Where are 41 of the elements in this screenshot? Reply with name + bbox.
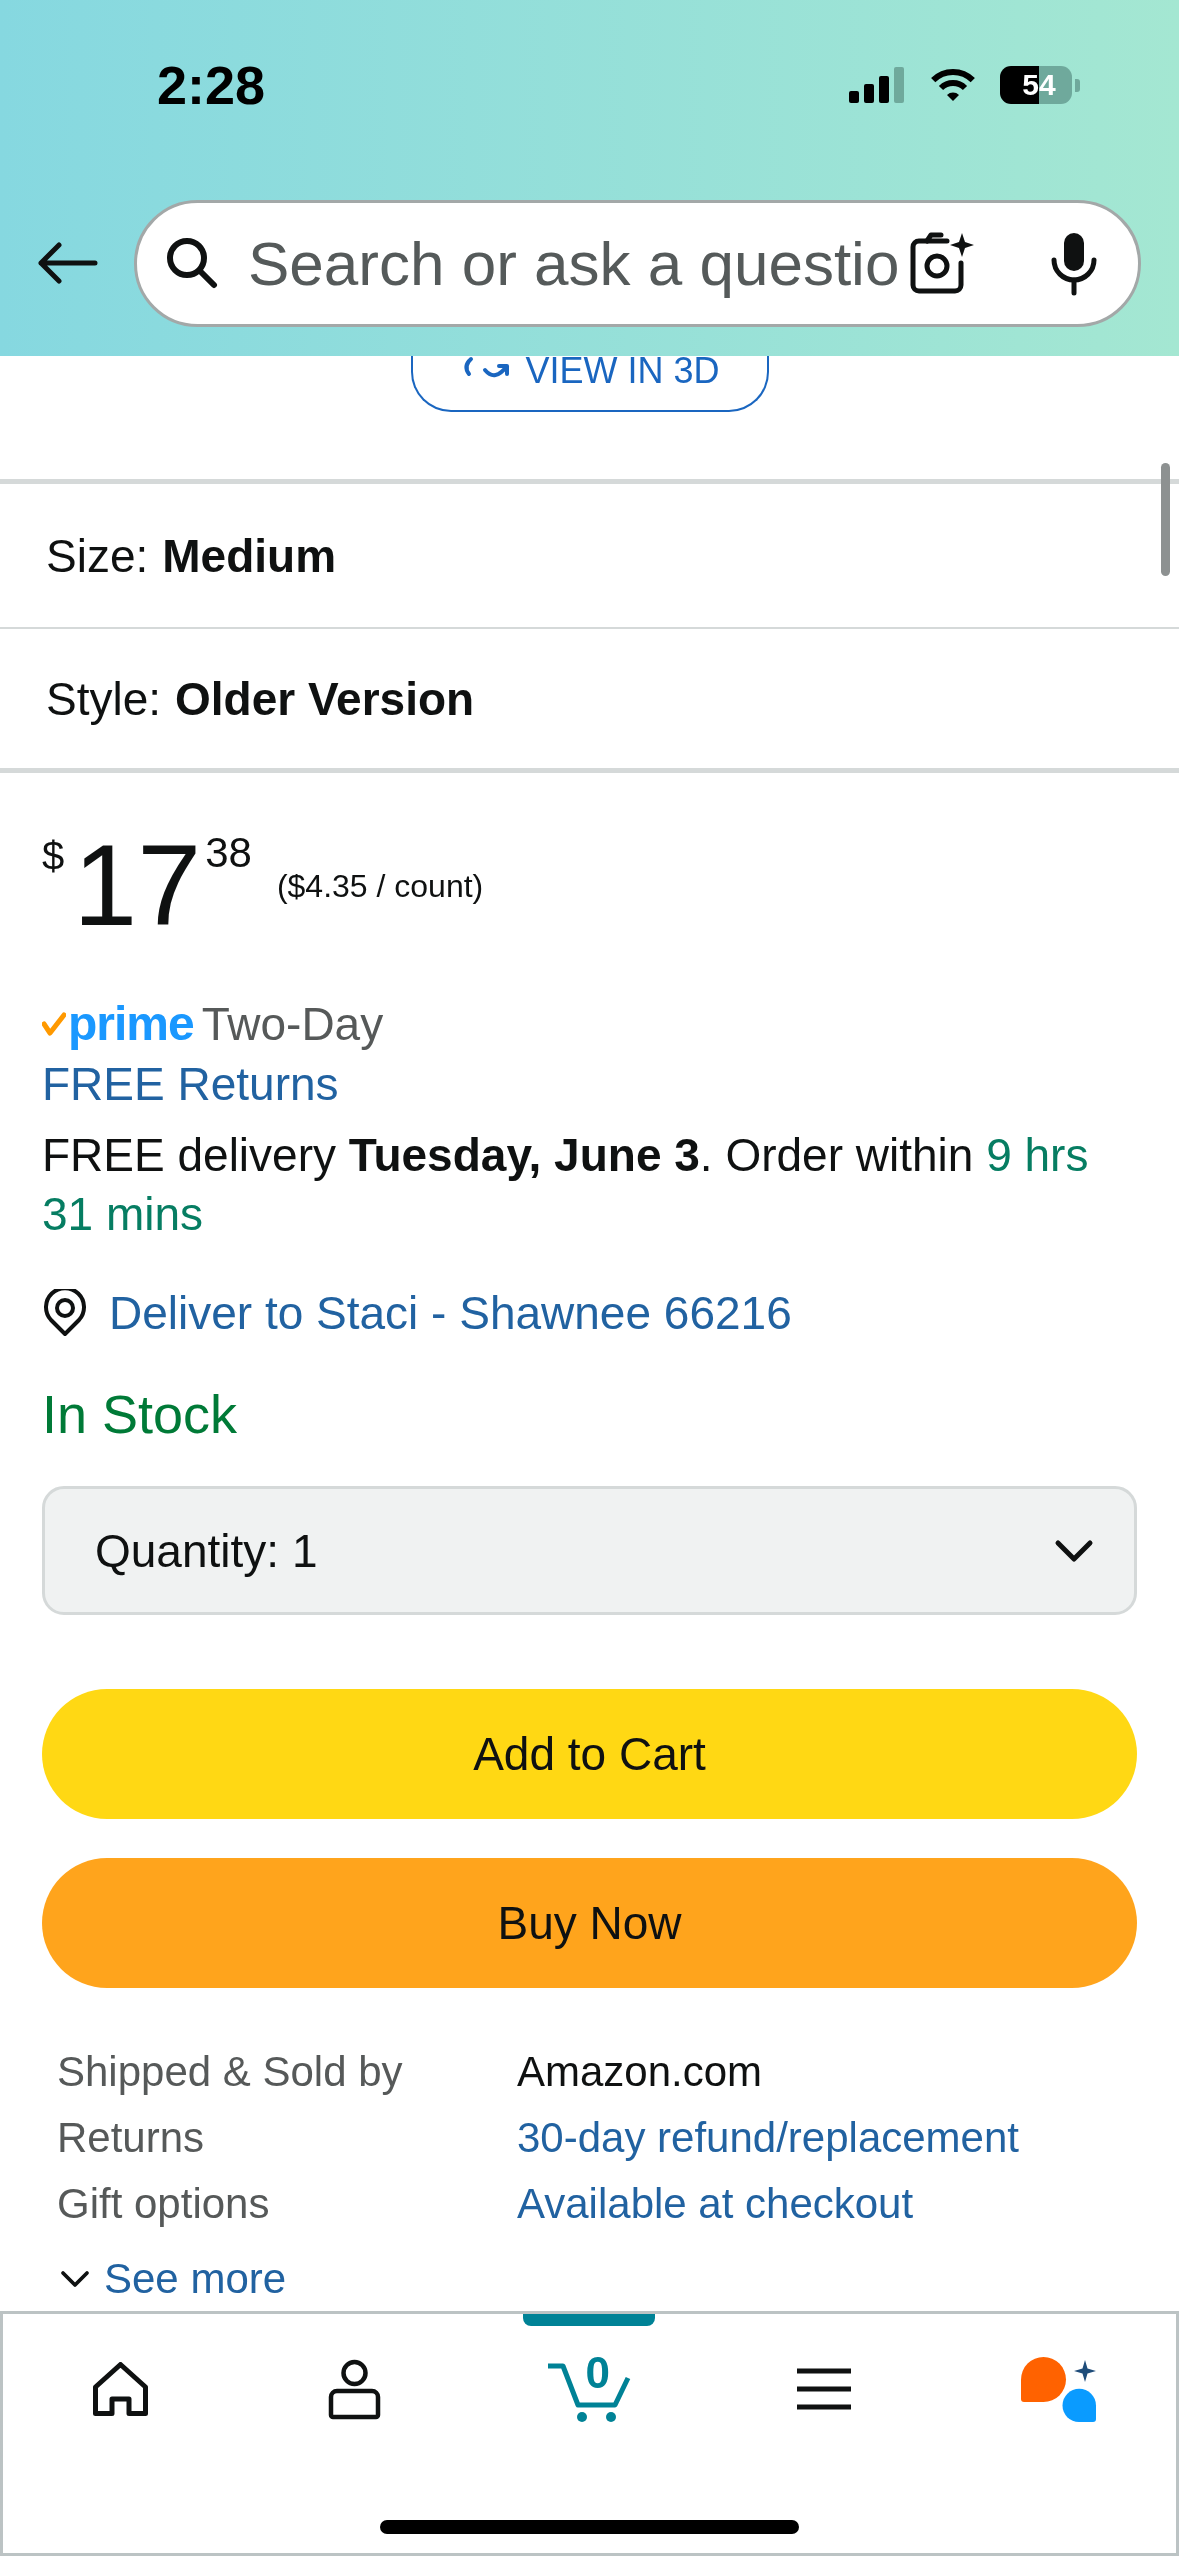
search-input[interactable]: Search or ask a questio (248, 225, 897, 301)
detail-link[interactable]: 30-day refund/replacement (517, 2105, 1019, 2171)
add-to-cart-button[interactable]: Add to Cart (42, 1689, 1137, 1819)
chevron-down-icon (60, 2270, 90, 2288)
detail-label: Gift options (57, 2179, 270, 2229)
see-more-link[interactable]: See more (42, 2246, 287, 2311)
quantity-dropdown[interactable]: Quantity: 1 (42, 1486, 1137, 1615)
variation-value[interactable]: Medium (162, 528, 337, 583)
menu-icon (797, 2368, 852, 2410)
microphone-icon (1049, 230, 1099, 296)
variation-label: Style: (46, 671, 162, 726)
location-pin-icon (42, 1289, 88, 1337)
back-button[interactable] (37, 242, 98, 284)
arrow-left-icon (37, 242, 98, 284)
cart-tab[interactable]: 0 (472, 2314, 707, 2464)
camera-search-button[interactable] (909, 231, 975, 295)
free-returns-link[interactable]: FREE Returns (42, 1058, 339, 1110)
checkmark-icon (42, 1012, 66, 1036)
chat-bubbles-icon (1020, 2356, 1097, 2422)
home-icon (92, 2362, 148, 2416)
view-in-3d-button[interactable]: VIEW IN 3D (410, 356, 769, 412)
unit-price: ($4.35 / count) (276, 870, 484, 902)
signal-icon (849, 67, 906, 103)
delivery-message: FREE delivery Tuesday, June 3. Order within 9 hrs 31 mins (42, 1128, 1090, 1242)
search-icon (166, 237, 218, 289)
voice-search-button[interactable] (1049, 230, 1099, 296)
camera-sparkle-icon (909, 231, 975, 295)
variation-label: Size: (46, 528, 149, 583)
detail-value: Amazon.com (517, 2047, 763, 2097)
deliver-to-link[interactable]: Deliver to Staci - Shawnee 66216 (109, 1283, 792, 1343)
prime-logo-text: prime (68, 1000, 194, 1048)
detail-label: Returns (57, 2113, 205, 2163)
variation-value[interactable]: Older Version (175, 671, 475, 726)
status-time: 2:28 (157, 58, 266, 112)
stock-status: In Stock (42, 1383, 238, 1446)
person-icon (328, 2358, 382, 2420)
detail-label: Shipped & Sold by (57, 2047, 403, 2097)
detail-link[interactable]: Available at checkout (517, 2171, 914, 2237)
chevron-down-icon (1054, 1538, 1094, 1563)
search-bar[interactable]: Search or ask a questio (134, 199, 1141, 327)
buy-now-button[interactable]: Buy Now (42, 1858, 1137, 1988)
